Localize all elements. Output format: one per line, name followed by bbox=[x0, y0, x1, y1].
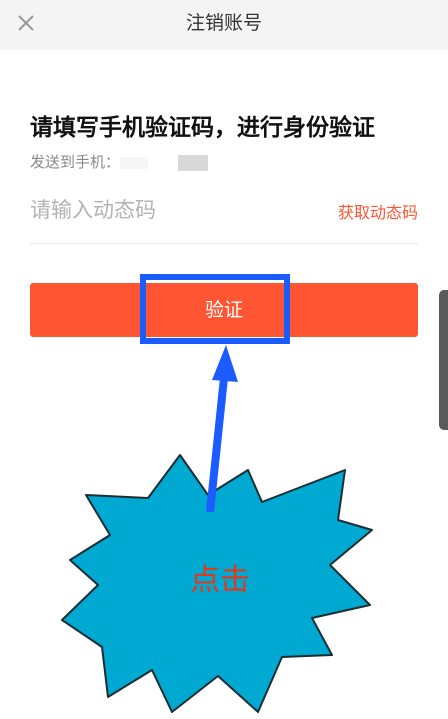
callout-text: 点击 bbox=[190, 563, 250, 598]
annotation-layer bbox=[61, 345, 373, 713]
arrow-head-icon bbox=[212, 345, 238, 382]
